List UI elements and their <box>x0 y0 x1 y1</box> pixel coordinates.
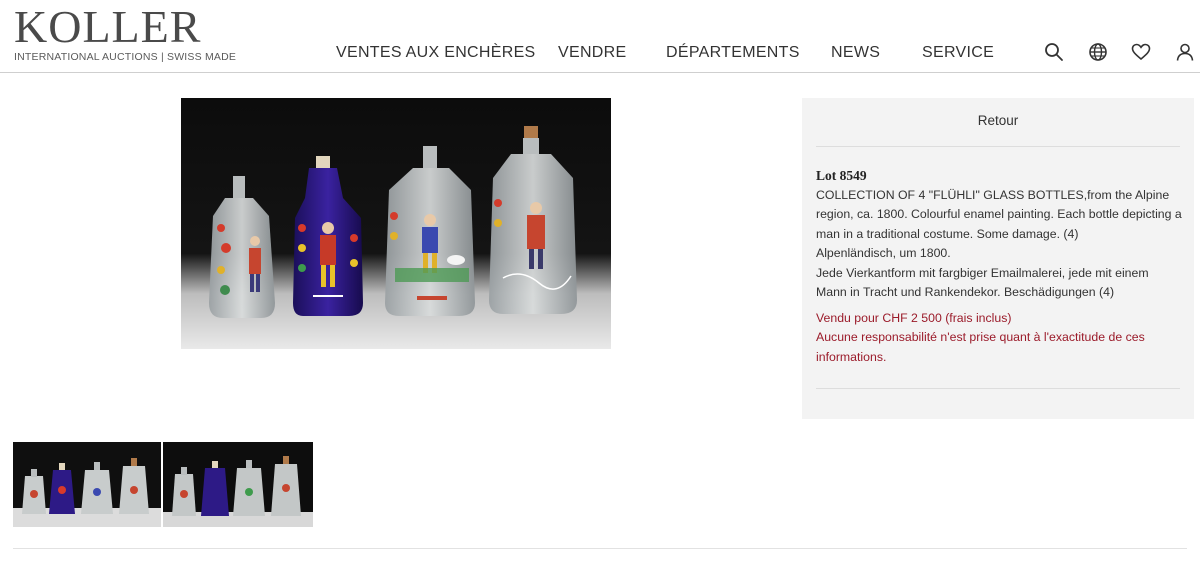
logo-tagline: INTERNATIONAL AUCTIONS | SWISS MADE <box>14 51 237 63</box>
lot-description-en: COLLECTION OF 4 "FLÜHLI" GLASS BOTTLES,f… <box>816 187 1182 241</box>
nav-news[interactable]: NEWS <box>831 44 880 62</box>
lot-details: Lot 8549 COLLECTION OF 4 "FLÜHLI" GLASS … <box>816 166 1182 367</box>
lot-description-de-title: Alpenländisch, um 1800. <box>816 246 951 260</box>
main-lot-image[interactable] <box>181 98 611 349</box>
site-header: KOLLER INTERNATIONAL AUCTIONS | SWISS MA… <box>0 0 1200 73</box>
user-icon[interactable] <box>1175 42 1195 62</box>
koller-logo[interactable]: KOLLER INTERNATIONAL AUCTIONS | SWISS MA… <box>14 1 237 64</box>
nav-service[interactable]: SERVICE <box>922 44 994 62</box>
heart-icon[interactable] <box>1131 42 1151 62</box>
search-icon[interactable] <box>1044 42 1064 62</box>
thumbnail-1[interactable] <box>13 442 161 527</box>
thumbnail-2[interactable] <box>163 442 313 527</box>
globe-icon[interactable] <box>1088 42 1108 62</box>
nav-departements[interactable]: DÉPARTEMENTS <box>666 44 800 62</box>
logo-wordmark: KOLLER <box>14 1 202 52</box>
lot-description-de: Jede Vierkantform mit fargbiger Emailmal… <box>816 265 1149 300</box>
thumbnail-1-image <box>13 442 161 527</box>
sold-price: Vendu pour CHF 2 500 (frais inclus) <box>816 310 1012 325</box>
lot-number: Lot 8549 <box>816 168 867 183</box>
nav-ventes-aux-encheres[interactable]: VENTES AUX ENCHÈRES <box>336 44 536 62</box>
lot-info-panel: Retour Lot 8549 COLLECTION OF 4 "FLÜHLI"… <box>802 98 1194 419</box>
panel-divider <box>816 388 1180 389</box>
nav-vendre[interactable]: VENDRE <box>558 44 626 62</box>
glass-bottles-photo <box>181 98 611 349</box>
thumbnail-2-image <box>163 442 313 527</box>
disclaimer-text: Aucune responsabilité n'est prise quant … <box>816 330 1145 364</box>
bottom-divider <box>13 548 1187 549</box>
back-button[interactable]: Retour <box>816 98 1180 147</box>
